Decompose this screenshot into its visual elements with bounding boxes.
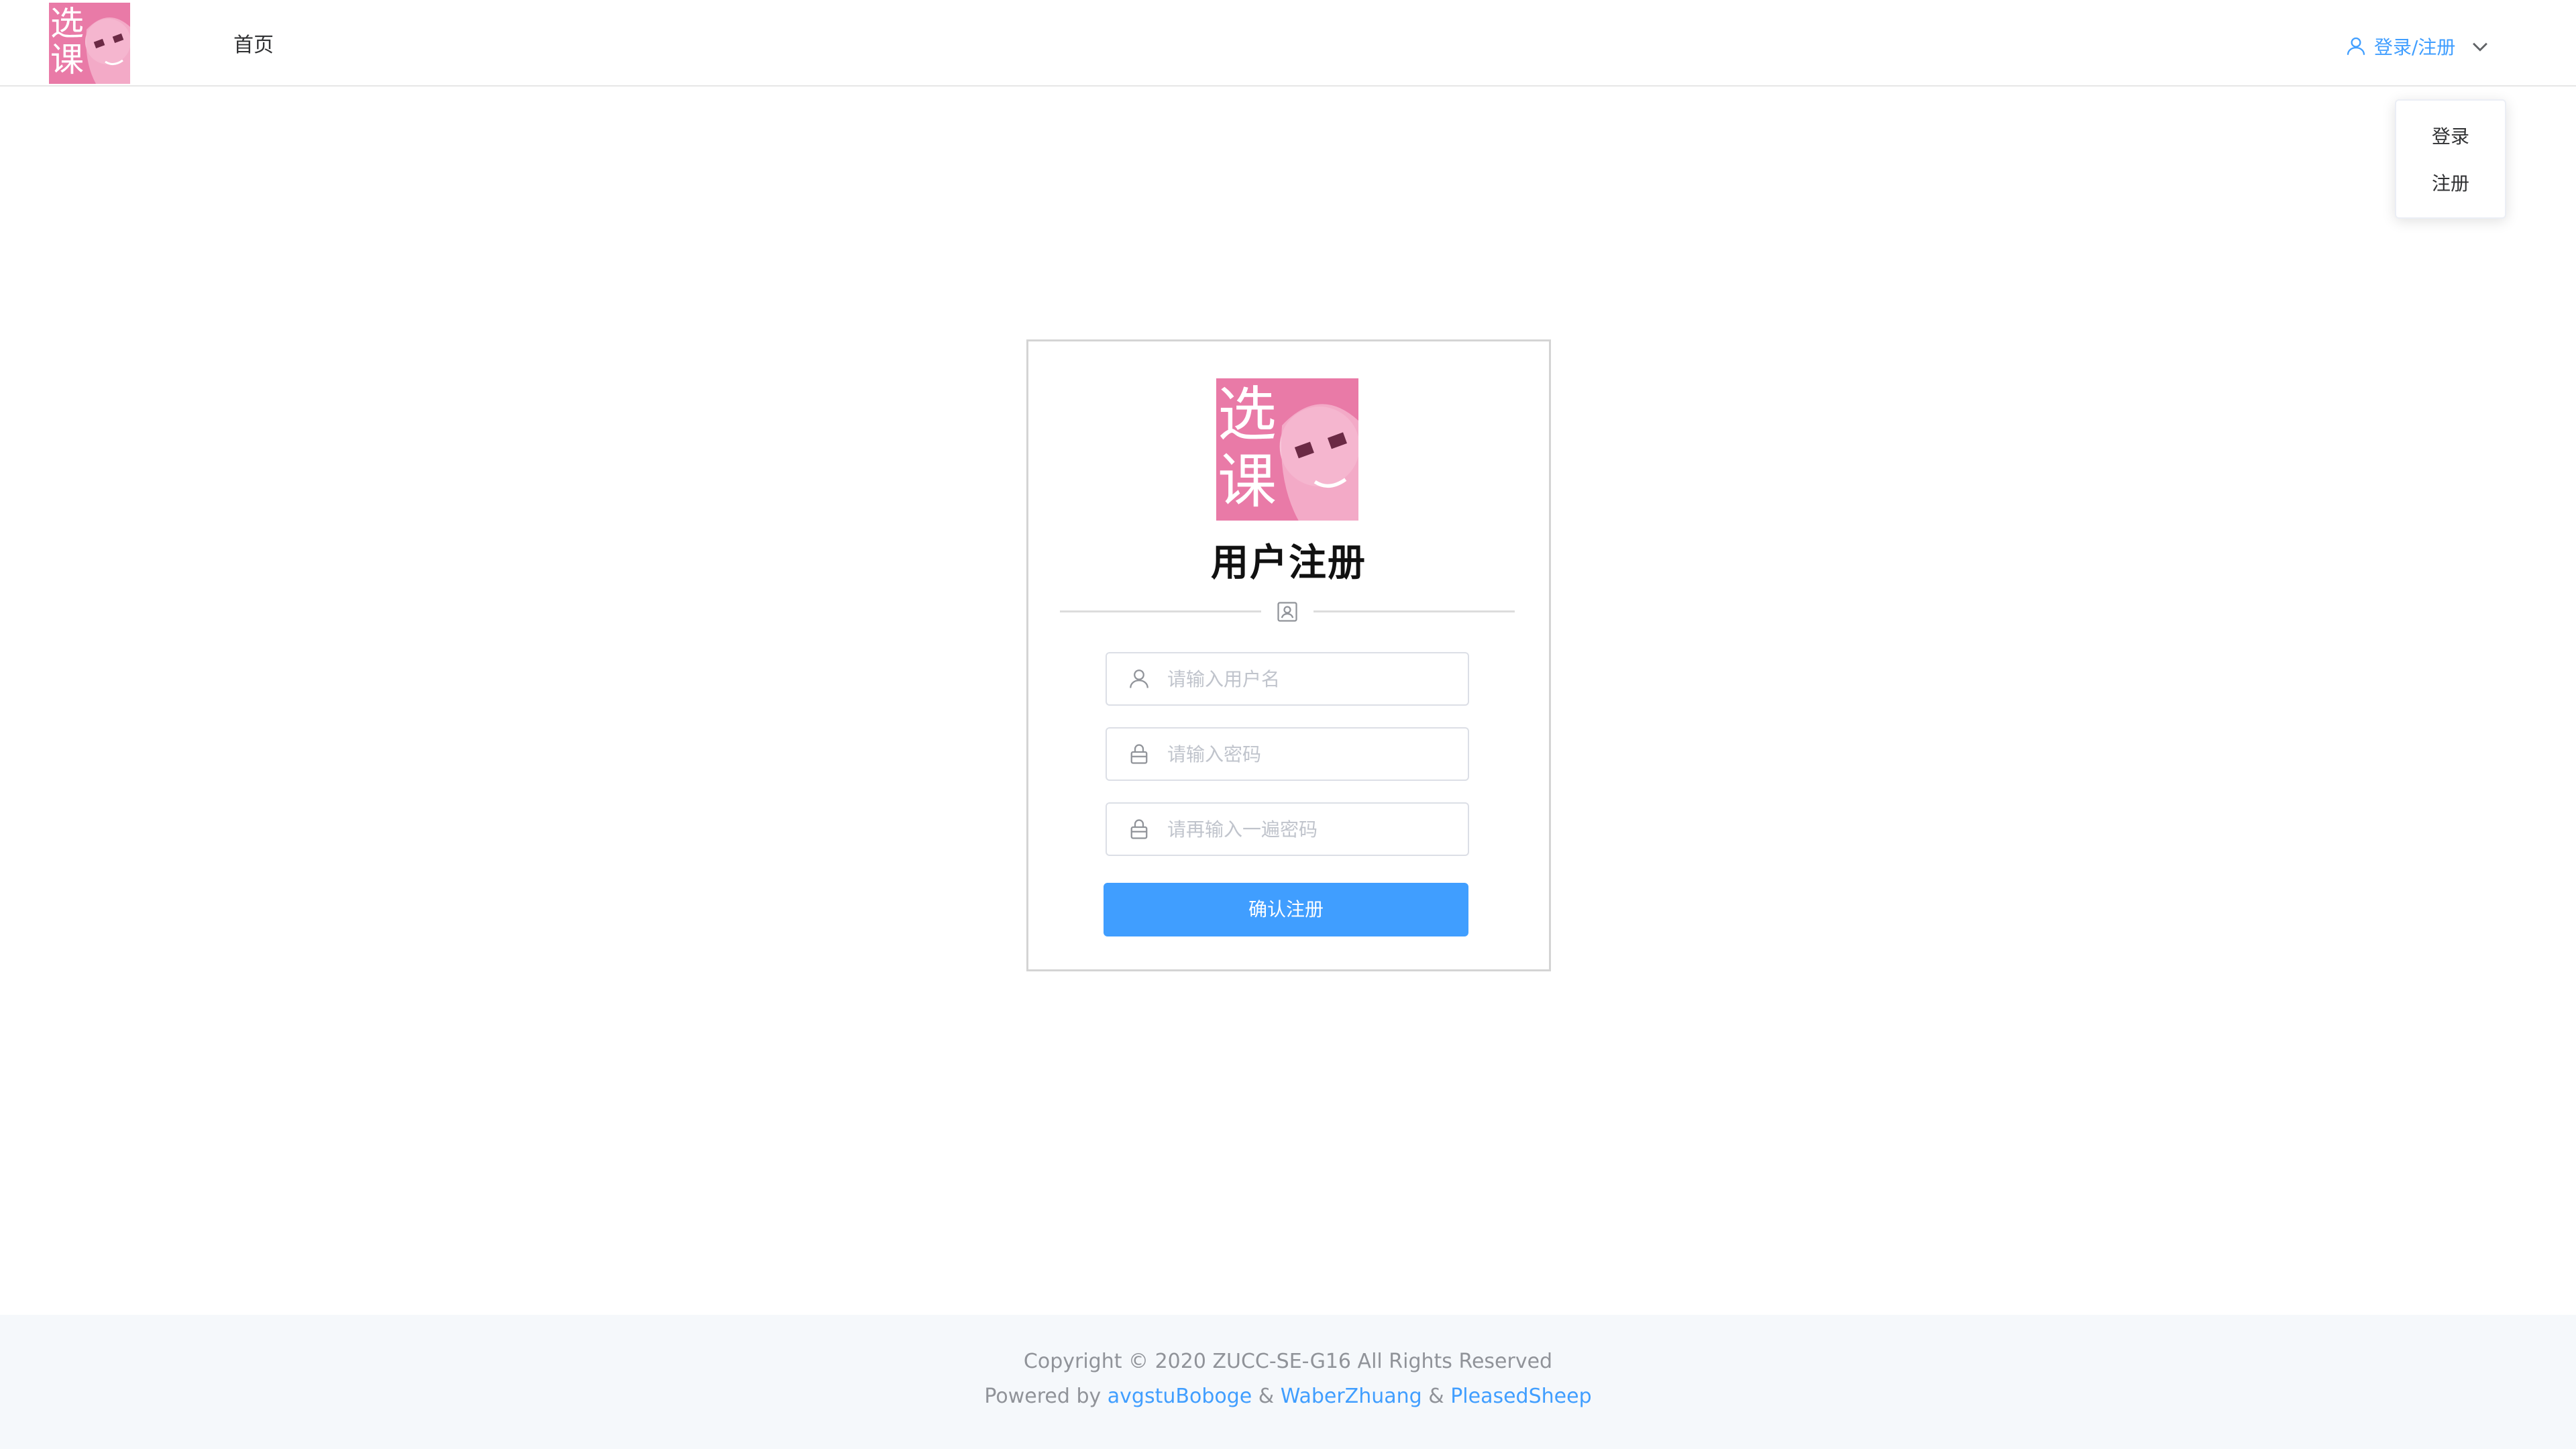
- dropdown-item-register[interactable]: 注册: [2396, 164, 2505, 204]
- register-logo: 选 课: [1216, 378, 1358, 521]
- site-logo[interactable]: 选 课: [49, 3, 130, 84]
- top-navbar: 选 课 首页 登录/注册: [0, 0, 2576, 87]
- user-icon: [2347, 37, 2365, 55]
- nav-home-link[interactable]: 首页: [233, 28, 274, 58]
- id-card-icon: [1277, 602, 1297, 622]
- confirm-register-button[interactable]: 确认注册: [1104, 883, 1468, 936]
- login-register-dropdown-trigger[interactable]: 登录/注册: [2345, 33, 2491, 60]
- divider-right: [1313, 610, 1515, 612]
- register-title: 用户注册: [1211, 541, 1366, 585]
- lock-icon: [1130, 819, 1148, 839]
- register-card: 选 课 用户注册 请输入用户名 确认注册: [1026, 339, 1551, 971]
- separator: &: [1258, 1385, 1275, 1408]
- author-link-pleasedsheep[interactable]: PleasedSheep: [1450, 1385, 1591, 1408]
- powered-by-label: Powered by: [984, 1385, 1102, 1408]
- password-field[interactable]: [1106, 727, 1469, 781]
- lock-icon: [1130, 744, 1148, 764]
- separator: &: [1428, 1385, 1444, 1408]
- user-icon: [1130, 669, 1148, 688]
- user-dropdown-menu: 登录 注册: [2395, 99, 2506, 219]
- confirm-password-field[interactable]: [1106, 802, 1469, 856]
- divider-left: [1060, 610, 1261, 612]
- logo-anime-girl-icon: [85, 17, 130, 84]
- author-link-avgstuboboge[interactable]: avgstuBoboge: [1108, 1385, 1252, 1408]
- footer: Copyright © 2020 ZUCC-SE-G16 All Rights …: [0, 1315, 2576, 1449]
- chevron-down-icon: [2473, 42, 2488, 52]
- copyright-text: Copyright © 2020 ZUCC-SE-G16 All Rights …: [1023, 1350, 1553, 1373]
- powered-by-line: Powered by avgstuBoboge & WaberZhuang & …: [0, 1385, 2576, 1408]
- username-field[interactable]: [1106, 652, 1469, 706]
- logo-anime-girl-icon: [1279, 404, 1358, 521]
- confirm-password-input[interactable]: [1166, 804, 1461, 855]
- password-input[interactable]: [1166, 729, 1461, 780]
- dropdown-item-login[interactable]: 登录: [2396, 117, 2505, 157]
- username-input[interactable]: [1166, 653, 1461, 704]
- author-link-waberzhuang[interactable]: WaberZhuang: [1281, 1385, 1422, 1408]
- login-register-label: 登录/注册: [2374, 36, 2456, 58]
